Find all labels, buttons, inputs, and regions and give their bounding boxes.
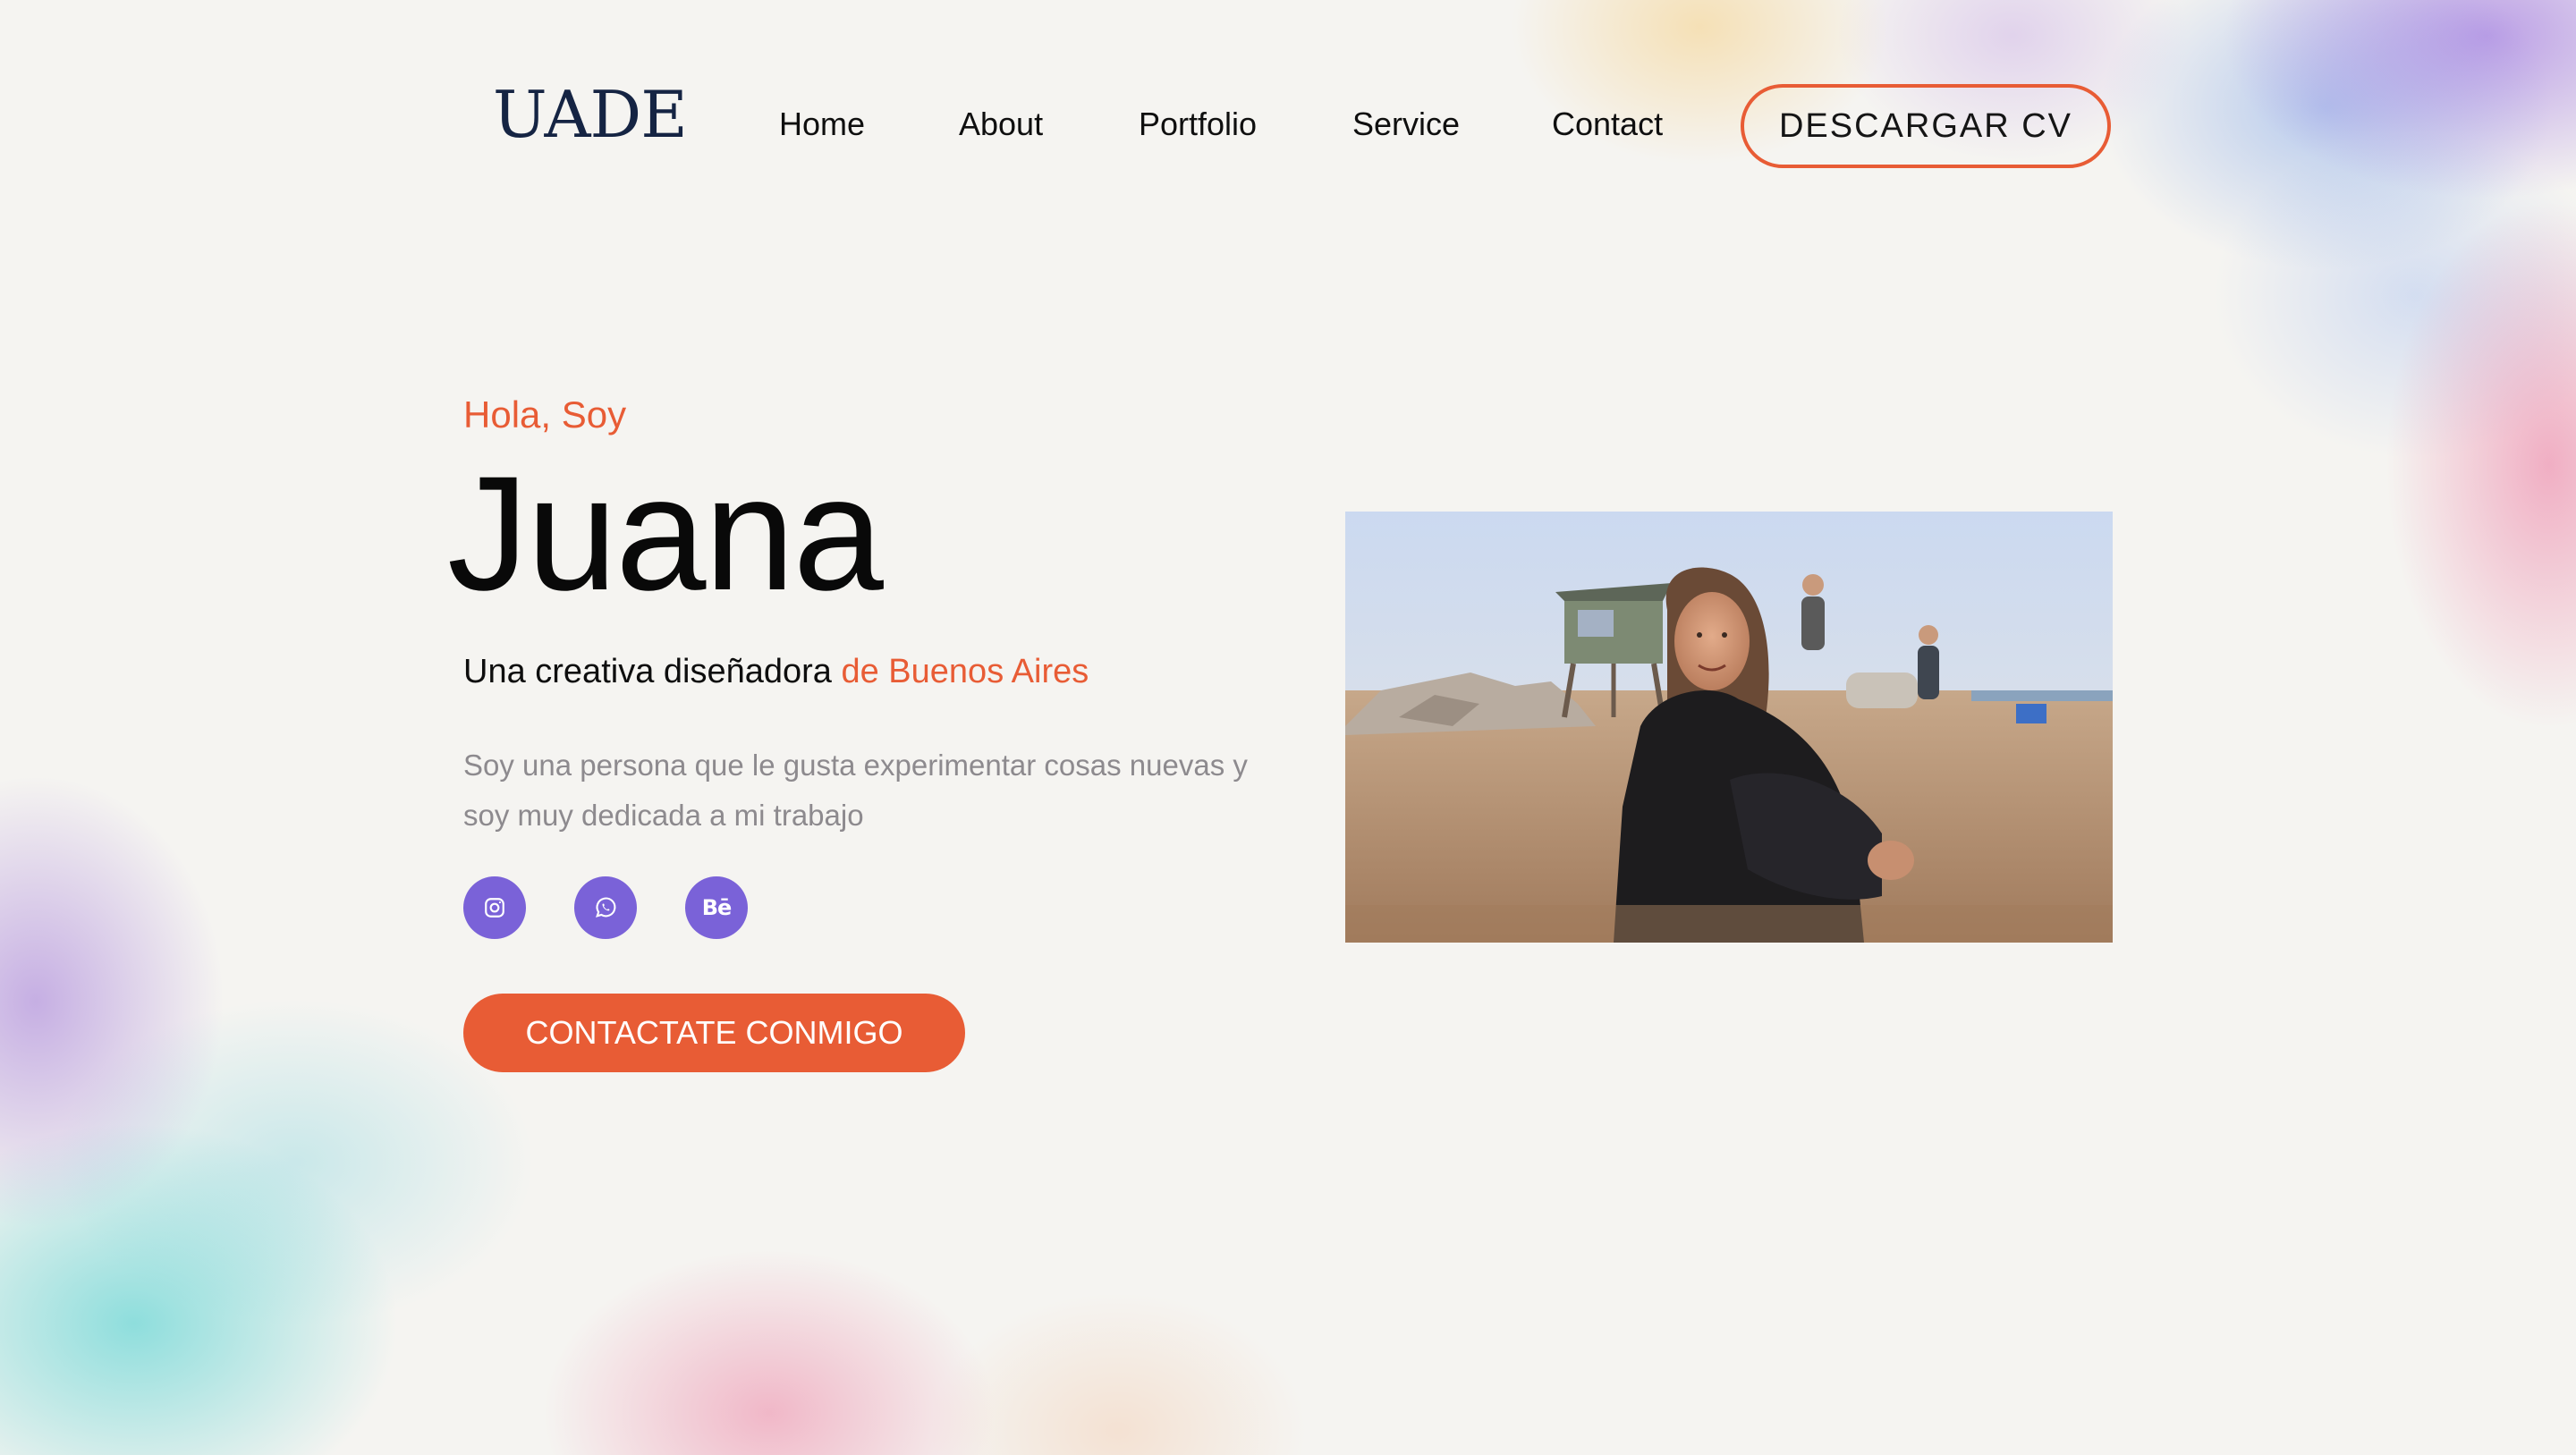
download-cv-button[interactable]: DESCARGAR CV <box>1741 84 2111 168</box>
hero-photo <box>1345 512 2113 943</box>
hero-greeting: Hola, Soy <box>463 393 627 436</box>
landing-page: UADE Home About Portfolio Service Contac… <box>0 0 2576 1455</box>
hero-description: Soy una persona que le gusta experimenta… <box>463 749 1248 832</box>
behance-link[interactable]: Bē <box>685 876 748 939</box>
nav-contact[interactable]: Contact <box>1552 106 1663 143</box>
nav-portfolio[interactable]: Portfolio <box>1139 106 1257 143</box>
nav-service[interactable]: Service <box>1352 106 1460 143</box>
hero-name: Juana <box>447 442 884 624</box>
nav-about[interactable]: About <box>959 106 1043 143</box>
behance-icon: Bē <box>701 895 733 920</box>
contact-me-button[interactable]: CONTACTATE CONMIGO <box>463 994 965 1072</box>
nav-home[interactable]: Home <box>779 106 865 143</box>
instagram-link[interactable] <box>463 876 526 939</box>
uade-logo[interactable]: UADE <box>493 82 688 147</box>
tagline-location: de Buenos Aires <box>841 653 1089 690</box>
tagline-prefix: Una creativa diseñadora <box>463 653 832 690</box>
hero-tagline: Una creativa diseñadora de Buenos Aires <box>463 653 1089 691</box>
whatsapp-icon <box>593 895 618 920</box>
beach-portrait-photo <box>1345 512 2113 943</box>
whatsapp-link[interactable] <box>574 876 637 939</box>
instagram-icon <box>483 896 506 919</box>
